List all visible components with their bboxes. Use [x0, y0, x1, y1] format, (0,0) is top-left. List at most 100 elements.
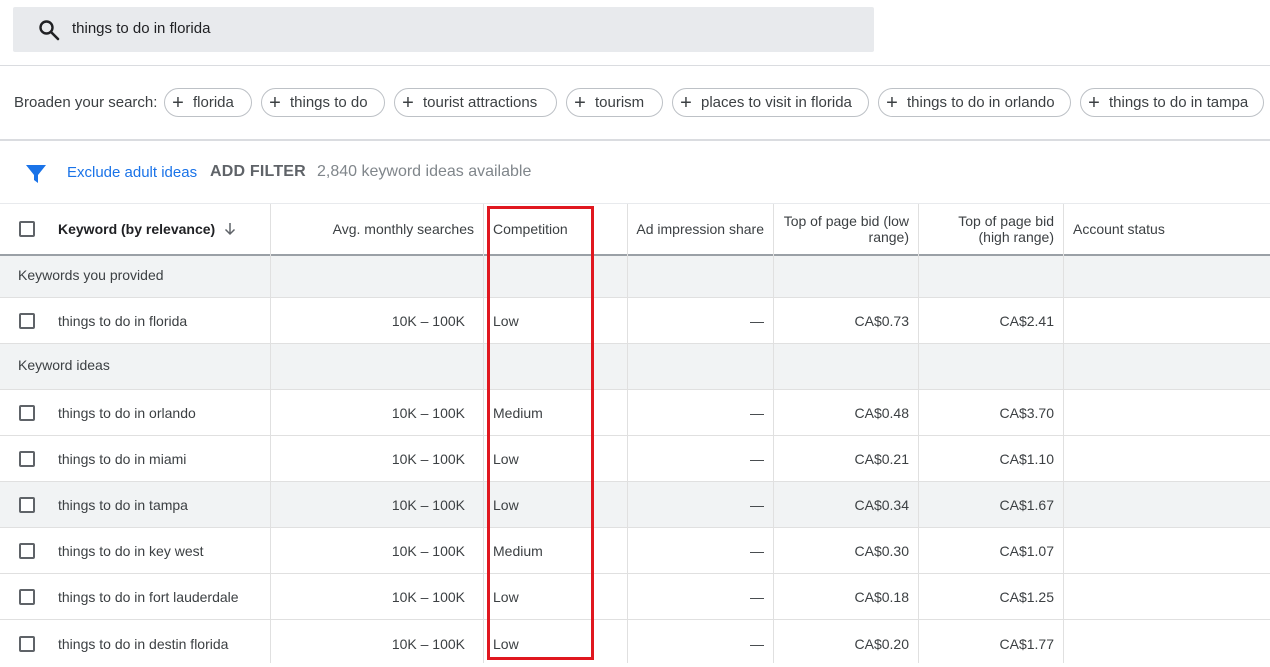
plus-icon: +: [886, 91, 898, 114]
filter-icon[interactable]: [25, 163, 47, 185]
keyword-cell: things to do in orlando: [58, 404, 196, 421]
searches-cell: 10K – 100K: [391, 542, 465, 559]
plus-icon: +: [574, 91, 586, 114]
table-row[interactable]: things to do in florida 10K – 100K Low —…: [0, 298, 1270, 344]
impression-share-cell: —: [750, 450, 764, 467]
row-checkbox[interactable]: [19, 589, 35, 605]
bid-high-cell: CA$3.70: [999, 404, 1054, 421]
column-header-ad-impression-share[interactable]: Ad impression share: [628, 204, 764, 254]
competition-cell: Low: [493, 312, 519, 329]
column-header-competition[interactable]: Competition: [493, 204, 623, 254]
competition-cell: Low: [493, 450, 519, 467]
column-header-top-bid-low[interactable]: Top of page bid (low range): [774, 204, 909, 254]
search-bar[interactable]: things to do in florida: [13, 7, 874, 52]
bid-low-cell: CA$0.20: [854, 635, 909, 652]
plus-icon: +: [269, 91, 281, 114]
column-divider: [627, 204, 628, 663]
row-checkbox[interactable]: [19, 636, 35, 652]
table-row[interactable]: things to do in key west 10K – 100K Medi…: [0, 528, 1270, 574]
column-divider: [270, 204, 271, 663]
select-all-checkbox[interactable]: [19, 221, 35, 237]
impression-share-cell: —: [750, 496, 764, 513]
column-header-top-bid-high[interactable]: Top of page bid (high range): [919, 204, 1054, 254]
chip-tourism[interactable]: + tourism: [566, 88, 663, 117]
bid-high-cell: CA$1.10: [999, 450, 1054, 467]
plus-icon: +: [172, 91, 184, 114]
competition-cell: Low: [493, 496, 519, 513]
column-divider: [918, 204, 919, 663]
broaden-label: Broaden your search:: [14, 94, 158, 111]
exclude-adult-ideas-filter[interactable]: Exclude adult ideas: [67, 164, 197, 181]
chip-tourist-attractions[interactable]: + tourist attractions: [394, 88, 557, 117]
searches-cell: 10K – 100K: [391, 312, 465, 329]
keyword-cell: things to do in florida: [58, 312, 188, 329]
bid-high-cell: CA$1.77: [999, 635, 1054, 652]
column-header-account-status[interactable]: Account status: [1073, 204, 1263, 254]
row-checkbox[interactable]: [19, 497, 35, 513]
competition-cell: Low: [493, 588, 519, 605]
bid-low-cell: CA$0.21: [854, 450, 909, 467]
keyword-cell: things to do in key west: [58, 542, 204, 559]
searches-cell: 10K – 100K: [391, 450, 465, 467]
impression-share-cell: —: [750, 588, 764, 605]
broaden-search-bar: Broaden your search: + florida + things to…: [0, 87, 1270, 118]
table-header: Keyword (by relevance) Avg. monthly sear…: [0, 204, 1270, 256]
table-row[interactable]: things to do in tampa 10K – 100K Low — C…: [0, 482, 1270, 528]
group-header-ideas: Keyword ideas: [0, 344, 1270, 390]
search-icon: [39, 20, 60, 41]
table-row[interactable]: things to do in destin florida 10K – 100…: [0, 620, 1270, 663]
competition-cell: Medium: [493, 542, 543, 559]
keyword-cell: things to do in fort lauderdale: [58, 588, 239, 605]
searches-cell: 10K – 100K: [391, 635, 465, 652]
arrow-down-icon: [225, 223, 236, 236]
column-divider: [773, 204, 774, 663]
search-query[interactable]: things to do in florida: [72, 20, 210, 37]
searches-cell: 10K – 100K: [391, 496, 465, 513]
column-divider: [483, 204, 484, 663]
column-header-avg-monthly-searches[interactable]: Avg. monthly searches: [271, 204, 474, 254]
bid-high-cell: CA$2.41: [999, 312, 1054, 329]
row-checkbox[interactable]: [19, 313, 35, 329]
chip-things-to-do-in-orlando[interactable]: + things to do in orlando: [878, 88, 1071, 117]
bid-low-cell: CA$0.18: [854, 588, 909, 605]
divider: [0, 139, 1270, 141]
competition-cell: Medium: [493, 404, 543, 421]
row-checkbox[interactable]: [19, 543, 35, 559]
impression-share-cell: —: [750, 542, 764, 559]
plus-icon: +: [1088, 91, 1100, 114]
searches-cell: 10K – 100K: [391, 588, 465, 605]
column-divider: [1063, 204, 1064, 663]
table-row[interactable]: things to do in orlando 10K – 100K Mediu…: [0, 390, 1270, 436]
bid-low-cell: CA$0.30: [854, 542, 909, 559]
keyword-ideas-count: 2,840 keyword ideas available: [317, 163, 532, 180]
plus-icon: +: [402, 91, 414, 114]
chip-places-to-visit-in-florida[interactable]: + places to visit in florida: [672, 88, 869, 117]
impression-share-cell: —: [750, 404, 764, 421]
chip-things-to-do[interactable]: + things to do: [261, 88, 385, 117]
impression-share-cell: —: [750, 635, 764, 652]
group-header-provided: Keywords you provided: [0, 256, 1270, 298]
add-filter-button[interactable]: ADD FILTER: [210, 163, 306, 181]
impression-share-cell: —: [750, 312, 764, 329]
divider: [0, 65, 1270, 66]
row-checkbox[interactable]: [19, 451, 35, 467]
bid-low-cell: CA$0.34: [854, 496, 909, 513]
bid-high-cell: CA$1.25: [999, 588, 1054, 605]
column-header-keyword[interactable]: Keyword (by relevance): [58, 204, 268, 254]
keyword-cell: things to do in destin florida: [58, 635, 229, 652]
competition-cell: Low: [493, 635, 519, 652]
searches-cell: 10K – 100K: [391, 404, 465, 421]
row-checkbox[interactable]: [19, 405, 35, 421]
bid-low-cell: CA$0.73: [854, 312, 909, 329]
chip-things-to-do-in-tampa[interactable]: + things to do in tampa: [1080, 88, 1264, 117]
chip-florida[interactable]: + florida: [164, 88, 252, 117]
table-row[interactable]: things to do in miami 10K – 100K Low — C…: [0, 436, 1270, 482]
bid-low-cell: CA$0.48: [854, 404, 909, 421]
bid-high-cell: CA$1.67: [999, 496, 1054, 513]
filter-row: Exclude adult ideas ADD FILTER 2,840 key…: [0, 156, 1270, 188]
keyword-cell: things to do in miami: [58, 450, 187, 467]
bid-high-cell: CA$1.07: [999, 542, 1054, 559]
keyword-cell: things to do in tampa: [58, 496, 188, 513]
table-row[interactable]: things to do in fort lauderdale 10K – 10…: [0, 574, 1270, 620]
plus-icon: +: [680, 91, 692, 114]
